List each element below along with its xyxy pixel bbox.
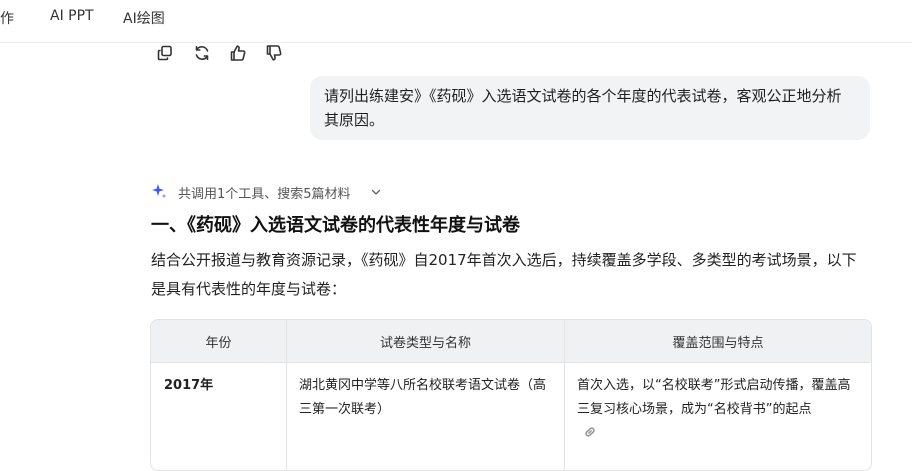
thumbs-down-icon[interactable] xyxy=(265,44,283,62)
representative-papers-table: 年份 试卷类型与名称 覆盖范围与特点 2017年 湖北黄冈中学等八所名校联考语文… xyxy=(150,319,872,471)
column-header-year: 年份 xyxy=(205,336,232,351)
regenerate-icon[interactable] xyxy=(193,44,211,62)
answer-paragraph: 结合公开报道与教育资源记录，《药砚》自2017年首次入选后，持续覆盖多学段、多类… xyxy=(151,251,857,298)
sparkle-icon xyxy=(151,183,167,199)
tab-ai-ppt[interactable]: AI PPT xyxy=(50,8,94,24)
column-header-paper: 试卷类型与名称 xyxy=(379,336,471,351)
tools-summary-text: 共调用1个工具、搜索5篇材料 xyxy=(178,187,351,202)
nav-divider xyxy=(0,42,912,43)
table-cell-scope: 首次入选，以“名校联考”形式启动传播，覆盖高三复习核心场景，成为“名校背书”的起… xyxy=(577,378,851,417)
table-cell-year: 2017年 xyxy=(164,378,214,393)
source-link-icon[interactable] xyxy=(583,424,597,438)
table-cell-paper: 湖北黄冈中学等八所名校联考语文试卷（高三第一次联考） xyxy=(299,378,547,417)
thumbs-up-icon[interactable] xyxy=(229,44,247,62)
tab-ai-drawing[interactable]: AI绘图 xyxy=(123,8,165,28)
top-nav: 写作 AI PPT AI绘图 xyxy=(0,0,912,40)
copy-icon[interactable] xyxy=(156,44,174,62)
answer-heading: 一、《药砚》入选语文试卷的代表性年度与试卷 xyxy=(151,215,520,236)
user-message-bubble: 请列出练建安》《药砚》入选语文试卷的各个年度的代表试卷，客观公正地分析其原因。 xyxy=(310,76,870,140)
table-divider xyxy=(151,362,871,363)
column-header-scope: 覆盖范围与特点 xyxy=(672,336,764,351)
tab-writing[interactable]: 写作 xyxy=(0,8,14,28)
chevron-down-icon[interactable] xyxy=(370,186,382,198)
